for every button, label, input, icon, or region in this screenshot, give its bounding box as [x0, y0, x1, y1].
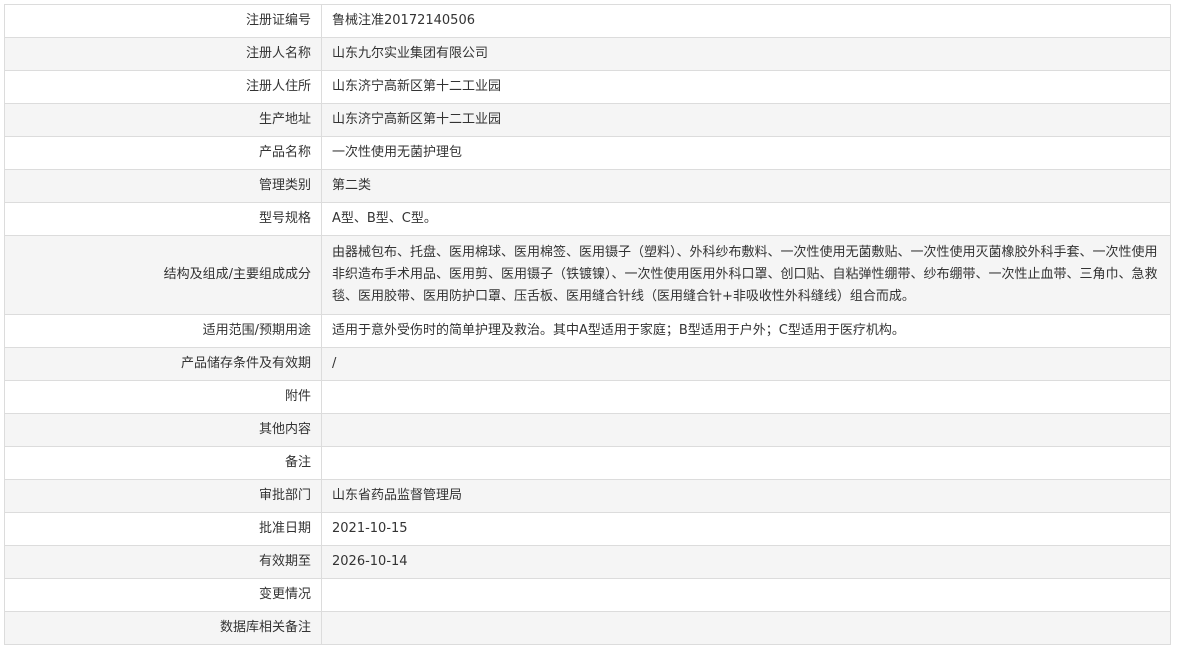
row-product-name: 产品名称 一次性使用无菌护理包	[4, 136, 1171, 170]
field-value: 2021-10-15	[321, 512, 1171, 546]
field-label: 产品储存条件及有效期	[4, 347, 322, 381]
field-label: 审批部门	[4, 479, 322, 513]
field-value	[321, 380, 1171, 414]
field-label: 备注	[4, 446, 322, 480]
field-label: 附件	[4, 380, 322, 414]
field-label: 型号规格	[4, 202, 322, 236]
field-value: 山东九尔实业集团有限公司	[321, 37, 1171, 71]
row-database-remarks: 数据库相关备注	[4, 611, 1171, 645]
row-registrant-address: 注册人住所 山东济宁高新区第十二工业园	[4, 70, 1171, 104]
row-production-address: 生产地址 山东济宁高新区第十二工业园	[4, 103, 1171, 137]
field-value: 一次性使用无菌护理包	[321, 136, 1171, 170]
row-intended-use: 适用范围/预期用途 适用于意外受伤时的简单护理及救治。其中A型适用于家庭；B型适…	[4, 314, 1171, 348]
row-structure-composition: 结构及组成/主要组成成分 由器械包布、托盘、医用棉球、医用棉签、医用镊子（塑料）…	[4, 235, 1171, 315]
field-label: 注册人名称	[4, 37, 322, 71]
field-value: 鲁械注准20172140506	[321, 4, 1171, 38]
field-value	[321, 446, 1171, 480]
field-label: 变更情况	[4, 578, 322, 612]
field-value	[321, 578, 1171, 612]
field-value: 山东省药品监督管理局	[321, 479, 1171, 513]
row-change-history: 变更情况	[4, 578, 1171, 612]
field-label: 其他内容	[4, 413, 322, 447]
field-value: A型、B型、C型。	[321, 202, 1171, 236]
row-approval-department: 审批部门 山东省药品监督管理局	[4, 479, 1171, 513]
field-label: 注册人住所	[4, 70, 322, 104]
field-value	[321, 413, 1171, 447]
field-value: 适用于意外受伤时的简单护理及救治。其中A型适用于家庭；B型适用于户外；C型适用于…	[321, 314, 1171, 348]
field-label: 适用范围/预期用途	[4, 314, 322, 348]
field-value: 第二类	[321, 169, 1171, 203]
field-label: 数据库相关备注	[4, 611, 322, 645]
field-label: 管理类别	[4, 169, 322, 203]
row-remarks: 备注	[4, 446, 1171, 480]
row-other-content: 其他内容	[4, 413, 1171, 447]
field-label: 产品名称	[4, 136, 322, 170]
field-value: 山东济宁高新区第十二工业园	[321, 103, 1171, 137]
row-registrant-name: 注册人名称 山东九尔实业集团有限公司	[4, 37, 1171, 71]
registration-info-table: 注册证编号 鲁械注准20172140506 注册人名称 山东九尔实业集团有限公司…	[4, 4, 1171, 645]
field-value: /	[321, 347, 1171, 381]
field-value	[321, 611, 1171, 645]
field-value: 由器械包布、托盘、医用棉球、医用棉签、医用镊子（塑料）、外科纱布敷料、一次性使用…	[321, 235, 1171, 315]
row-attachments: 附件	[4, 380, 1171, 414]
row-management-category: 管理类别 第二类	[4, 169, 1171, 203]
row-expiry-date: 有效期至 2026-10-14	[4, 545, 1171, 579]
field-label: 注册证编号	[4, 4, 322, 38]
field-label: 批准日期	[4, 512, 322, 546]
field-value: 2026-10-14	[321, 545, 1171, 579]
field-label: 结构及组成/主要组成成分	[4, 235, 322, 315]
row-storage-validity: 产品储存条件及有效期 /	[4, 347, 1171, 381]
field-value: 山东济宁高新区第十二工业园	[321, 70, 1171, 104]
row-model-spec: 型号规格 A型、B型、C型。	[4, 202, 1171, 236]
row-approval-date: 批准日期 2021-10-15	[4, 512, 1171, 546]
field-label: 有效期至	[4, 545, 322, 579]
row-registration-number: 注册证编号 鲁械注准20172140506	[4, 4, 1171, 38]
field-label: 生产地址	[4, 103, 322, 137]
